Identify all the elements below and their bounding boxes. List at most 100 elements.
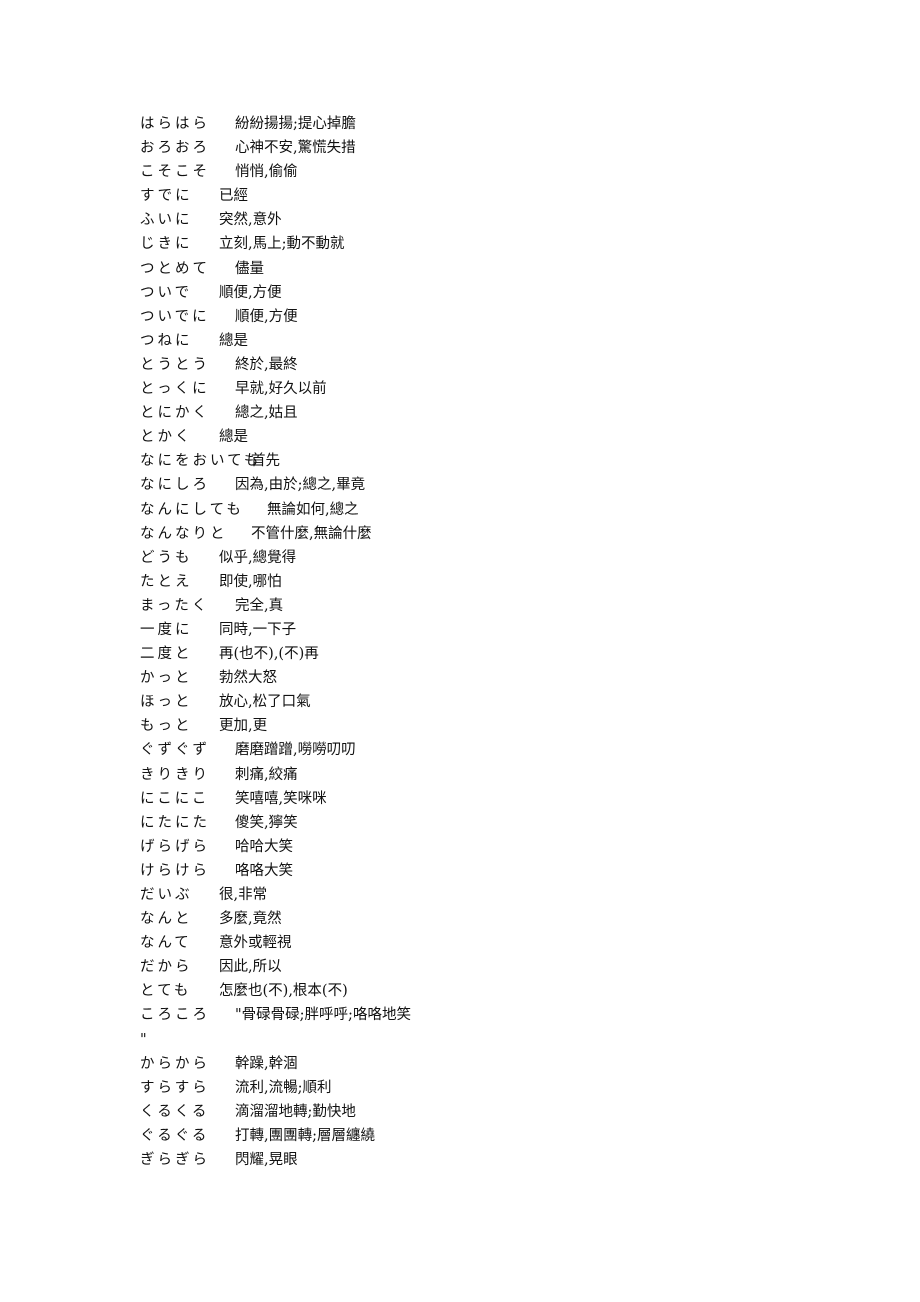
- vocabulary-entry: なにをおいても 首先: [140, 450, 840, 474]
- vocabulary-entry: じきに 立刻,馬上;動不動就: [140, 233, 840, 257]
- vocabulary-entry: すらすら 流利,流暢;順利: [140, 1077, 840, 1101]
- entry-term: げらげら: [140, 838, 210, 855]
- entry-definition: 順便,方便: [235, 308, 298, 325]
- vocabulary-entry: だいぶ 很,非常: [140, 884, 840, 908]
- vocabulary-entry: とかく 總是: [140, 426, 840, 450]
- entry-definition: 完全,真: [235, 597, 284, 614]
- entry-term: とかく: [140, 429, 193, 446]
- vocabulary-entry: くるくる 滴溜溜地轉;勤快地: [140, 1101, 840, 1125]
- entry-term: ぐるぐる: [140, 1127, 210, 1144]
- entry-definition: 放心,松了口氣: [219, 694, 311, 711]
- entry-definition: 總是: [219, 429, 248, 446]
- entry-definition: 刺痛,絞痛: [235, 766, 298, 783]
- vocabulary-entry: きりきり 刺痛,絞痛: [140, 764, 840, 788]
- vocabulary-entry: とにかく 總之,姑且: [140, 402, 840, 426]
- vocabulary-entry: ほっと 放心,松了口氣: [140, 691, 840, 715]
- entry-term: にたにた: [140, 814, 210, 831]
- entry-term: とっくに: [140, 381, 210, 398]
- vocabulary-entry: だから 因此,所以: [140, 956, 840, 980]
- vocabulary-entry: おろおろ 心神不安,驚慌失措: [140, 137, 840, 161]
- entry-term: けらけら: [140, 862, 210, 879]
- entry-term: くるくる: [140, 1103, 210, 1120]
- vocabulary-entry: にたにた 傻笑,獰笑: [140, 812, 840, 836]
- entry-term: なにをおいても: [140, 453, 262, 470]
- entry-definition: 因此,所以: [219, 959, 282, 976]
- entry-term: ふいに: [140, 212, 193, 229]
- entry-definition-continuation: ": [140, 1031, 147, 1048]
- entry-definition: 早就,好久以前: [235, 381, 327, 398]
- entry-definition: 笑嘻嘻,笑咪咪: [235, 790, 327, 807]
- vocabulary-entry: ついで 順便,方便: [140, 282, 840, 306]
- vocabulary-entry: すでに 已經: [140, 185, 840, 209]
- vocabulary-entry: つとめて 儘量: [140, 258, 840, 282]
- entry-definition: 終於,最終: [235, 356, 298, 373]
- entry-term: 一度に: [140, 621, 193, 638]
- entry-definition: 怎麼也(不),根本(不): [219, 983, 348, 1000]
- entry-term: すらすら: [140, 1079, 210, 1096]
- entry-term: すでに: [140, 188, 193, 205]
- entry-term: どうも: [140, 549, 193, 566]
- vocabulary-entry: 二度と 再(也不),(不)再: [140, 643, 840, 667]
- entry-definition: 突然,意外: [219, 212, 282, 229]
- vocabulary-entry: なんなりと 不管什麼,無論什麼: [140, 523, 840, 547]
- entry-definition: 更加,更: [219, 718, 268, 735]
- entry-definition: 心神不安,驚慌失措: [235, 140, 356, 157]
- entry-term: もっと: [140, 718, 193, 735]
- entry-definition: 立刻,馬上;動不動就: [219, 236, 345, 253]
- entry-term: きりきり: [140, 766, 210, 783]
- entry-continuation-line: ": [140, 1029, 840, 1053]
- entry-term: なんなりと: [140, 525, 228, 542]
- entry-term: ほっと: [140, 694, 193, 711]
- entry-term: なんにしても: [140, 501, 244, 518]
- vocabulary-entry: とうとう 終於,最終: [140, 354, 840, 378]
- entry-definition: 已經: [219, 188, 248, 205]
- document-page: はらはら 紛紛揚揚;提心掉膽 おろおろ 心神不安,驚慌失措 こそこそ 悄悄,偷偷 すでに 已經…: [0, 0, 920, 1302]
- entry-definition: 首先: [251, 453, 280, 470]
- entry-definition: 磨磨蹭蹭,嘮嘮叨叨: [235, 742, 356, 759]
- vocabulary-entry: ぐるぐる 打轉,團團轉;層層纏繞: [140, 1125, 840, 1149]
- vocabulary-entry: げらげら 哈哈大笑: [140, 836, 840, 860]
- entry-term: はらはら: [140, 116, 210, 132]
- vocabulary-entry: ふいに 突然,意外: [140, 209, 840, 233]
- entry-definition: 同時,一下子: [219, 621, 297, 638]
- vocabulary-entry: ぐずぐず 磨磨蹭蹭,嘮嘮叨叨: [140, 739, 840, 763]
- vocabulary-list: はらはら 紛紛揚揚;提心掉膽 おろおろ 心神不安,驚慌失措 こそこそ 悄悄,偷偷 すでに 已經…: [140, 113, 840, 1173]
- vocabulary-entry: たとえ 即使,哪怕: [140, 571, 840, 595]
- vocabulary-entry: けらけら 咯咯大笑: [140, 860, 840, 884]
- entry-definition: 很,非常: [219, 887, 268, 903]
- vocabulary-entry: なんて 意外或輕視: [140, 932, 840, 956]
- entry-definition: 勃然大怒: [219, 670, 277, 687]
- entry-term: かっと: [140, 670, 193, 687]
- entry-definition: 不管什麼,無論什麼: [251, 525, 372, 542]
- vocabulary-entry: かっと 勃然大怒: [140, 667, 840, 691]
- entry-definition: 哈哈大笑: [235, 838, 293, 855]
- entry-term: たとえ: [140, 573, 193, 590]
- vocabulary-entry: にこにこ 笑嘻嘻,笑咪咪: [140, 788, 840, 812]
- vocabulary-entry: つねに 總是: [140, 330, 840, 354]
- entry-term: おろおろ: [140, 140, 210, 157]
- vocabulary-entry: なにしろ 因為,由於;總之,畢竟: [140, 474, 840, 498]
- entry-term: まったく: [140, 597, 210, 614]
- entry-term: とても: [140, 983, 192, 1000]
- entry-definition: 悄悄,偷偷: [235, 164, 298, 181]
- vocabulary-entry: もっと 更加,更: [140, 715, 840, 739]
- entry-term: ぐずぐず: [140, 742, 210, 759]
- entry-term: 二度と: [140, 646, 193, 663]
- entry-definition: 因為,由於;總之,畢竟: [235, 477, 366, 494]
- vocabulary-entry: ぎらぎら 閃耀,晃眼: [140, 1149, 840, 1173]
- entry-term: じきに: [140, 236, 193, 253]
- entry-definition: 流利,流暢;順利: [235, 1079, 332, 1096]
- vocabulary-entry: ころころ "骨碌骨碌;胖呼呼;咯咯地笑: [140, 1004, 840, 1028]
- entry-term: なんて: [140, 935, 192, 952]
- entry-definition: 即使,哪怕: [219, 573, 282, 590]
- vocabulary-entry: はらはら 紛紛揚揚;提心掉膽: [140, 113, 840, 137]
- entry-definition: 儘量: [235, 260, 264, 277]
- entry-term: なにしろ: [140, 477, 210, 494]
- entry-term: からから: [140, 1055, 210, 1072]
- entry-term: ころころ: [140, 1007, 210, 1024]
- entry-definition: 似乎,總覺得: [219, 549, 297, 566]
- entry-term: つねに: [140, 332, 193, 349]
- vocabulary-entry: どうも 似乎,總覺得: [140, 547, 840, 571]
- entry-definition: 順便,方便: [219, 284, 282, 301]
- entry-term: つとめて: [140, 260, 210, 277]
